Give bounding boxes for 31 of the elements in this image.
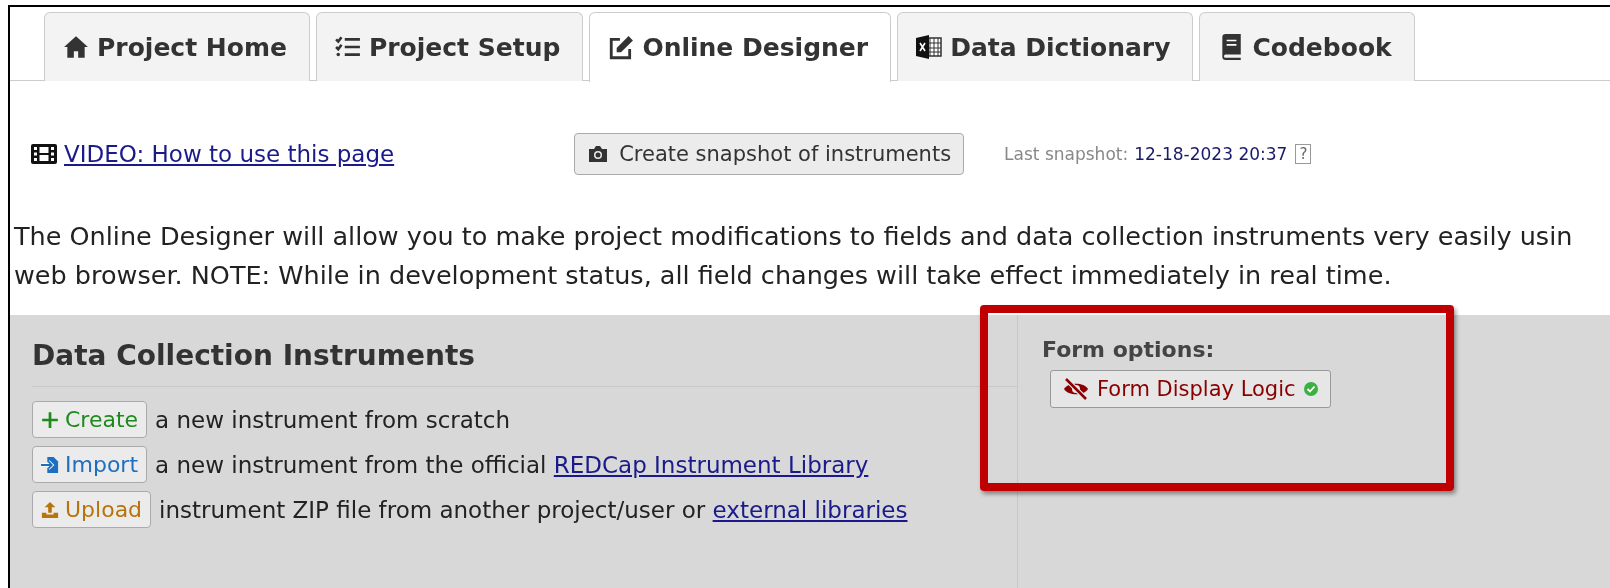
upload-icon [41,500,59,519]
tab[interactable]: Project Home [44,12,310,81]
form-options-label: Form options: [1042,337,1216,362]
section-heading: Data Collection Instruments [32,315,1017,387]
library-link[interactable]: external libraries [712,496,908,523]
video-link[interactable]: VIDEO: How to use this page [64,141,395,167]
file-import-icon [41,455,59,474]
create-snapshot-button[interactable]: Create snapshot of instruments [574,133,965,175]
spreadsheet-icon [916,34,943,60]
action-description: a new instrument from the official REDCap Instrument Library [155,451,869,478]
tab[interactable]: Data Dictionary [897,12,1194,81]
create-button[interactable]: Create [32,401,148,438]
import-button[interactable]: Import [32,446,147,483]
eye-slash-icon [1063,378,1089,400]
intro-text: web browser. NOTE: While in development status, all field changes will take effect immediately in real time. [14,259,1393,292]
form-display-logic-button[interactable]: Form Display Logic [1050,370,1331,408]
library-link[interactable]: REDCap Instrument Library [553,451,869,478]
action-description: instrument ZIP file from another project/user or external libraries [159,496,908,523]
help-button[interactable]: ? [1295,144,1312,164]
intro-text: The Online Designer will allow you to make project modifications to fields and data collection instruments very easily usin [14,220,1574,253]
last-snapshot-time: 12-18-2023 20:37 [1134,144,1288,164]
action-description: a new instrument from scratch [155,406,511,433]
camera-icon [587,144,610,164]
last-snapshot-label: Last snapshot: [1004,144,1129,164]
plus-icon [41,410,59,429]
edit-icon [608,34,635,61]
home-icon [63,34,89,60]
tab[interactable]: Project Setup [315,12,584,81]
tab[interactable]: Codebook [1199,12,1415,81]
tab[interactable]: Online Designer [589,12,892,82]
film-icon [30,143,58,165]
